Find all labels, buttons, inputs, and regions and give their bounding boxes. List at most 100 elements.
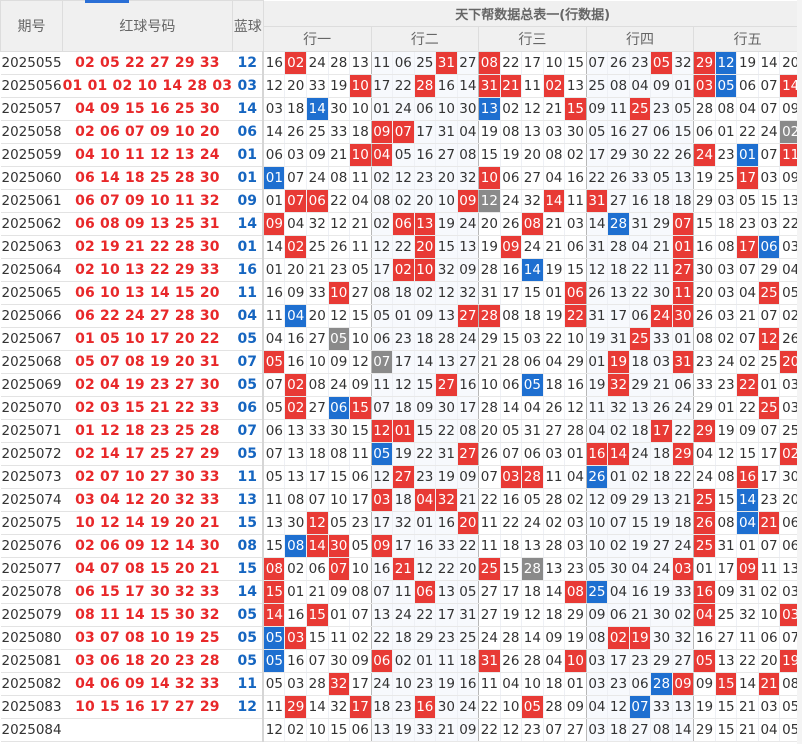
grid-cell: 17: [349, 672, 372, 696]
grid-cell: 05: [457, 580, 480, 604]
period-cell: 2025084: [0, 718, 63, 742]
grid-cell: 18: [392, 488, 415, 512]
grid-cell: 13: [672, 166, 695, 190]
grid-cell: 04: [607, 580, 630, 604]
blue-ball-cell: 11: [232, 672, 265, 696]
grid-cell: 17: [371, 511, 394, 535]
red-balls-cell: 04 09 15 16 25 30: [62, 97, 233, 121]
grid-cell: 04: [736, 281, 759, 305]
period-cell: 2025064: [0, 258, 63, 282]
grid-cell: 07: [758, 143, 781, 167]
grid-cell: 28: [500, 350, 523, 374]
grid-cell: 19: [478, 235, 501, 259]
grid-cell: 32: [392, 511, 415, 535]
grid-cell: 21: [435, 718, 458, 742]
grid-cell: 26: [650, 396, 673, 420]
grid-cell: 19: [586, 373, 609, 397]
grid-cell: 31: [478, 281, 501, 305]
grid-cell: 16: [629, 189, 652, 213]
grid-cell: 02: [500, 97, 523, 121]
red-balls-cell: 02 14 17 25 27 29: [62, 442, 233, 466]
blue-ball-cell: 16: [232, 258, 265, 282]
grid-cell: 17: [650, 419, 673, 443]
grid-cell: 30: [564, 120, 587, 144]
grid-cell: 08: [328, 442, 351, 466]
grid-cell: 06: [564, 235, 587, 259]
grid-cell: 05: [521, 488, 544, 512]
grid-cell: 27: [457, 51, 480, 75]
grid-cell: 01: [564, 672, 587, 696]
grid-cell: 02: [607, 534, 630, 558]
grid-cell: 17: [715, 557, 738, 581]
grid-cell: 15: [715, 718, 738, 742]
grid-cell: 07: [758, 304, 781, 328]
grid-cell: 19: [543, 304, 566, 328]
grid-cell: 07: [371, 350, 394, 374]
grid-cell: 23: [607, 672, 630, 696]
grid-cell: 15: [693, 212, 716, 236]
grid-cell: 02: [284, 373, 307, 397]
grid-cell: 07: [672, 212, 695, 236]
grid-cell: 16: [284, 649, 307, 673]
grid-cell: 16: [435, 511, 458, 535]
red-balls-cell: 03 04 12 20 32 33: [62, 488, 233, 512]
header-period[interactable]: 期号: [0, 0, 64, 52]
period-cell: 2025079: [0, 603, 63, 627]
grid-cell: 21: [650, 373, 673, 397]
grid-cell: 12: [564, 396, 587, 420]
grid-cell: 14: [736, 488, 759, 512]
blue-ball-cell: 14: [232, 212, 265, 236]
grid-cell: 07: [371, 580, 394, 604]
red-balls-cell: 02 06 09 12 14 30: [62, 534, 233, 558]
grid-cell: 12: [715, 51, 738, 75]
table-row: 2025083 10 15 16 17 27 29 12 11 29 14 32 17 18 23…: [0, 695, 802, 719]
grid-cell: 14: [543, 189, 566, 213]
grid-cell: 19: [478, 120, 501, 144]
grid-cell: 11: [607, 97, 630, 121]
grid-cell: 13: [435, 580, 458, 604]
grid-cell: 16: [414, 143, 437, 167]
grid-cell: 32: [328, 695, 351, 719]
grid-cell: 13: [435, 350, 458, 374]
grid-cell: 09: [736, 557, 759, 581]
grid-cell: 30: [650, 281, 673, 305]
period-cell: 2025083: [0, 695, 63, 719]
grid-cell: 07: [349, 603, 372, 627]
grid-cell: 24: [521, 235, 544, 259]
grid-cell: 17: [457, 396, 480, 420]
grid-cell: 01: [263, 258, 286, 282]
grid-cell: 22: [414, 442, 437, 466]
grid-cell: 08: [715, 465, 738, 489]
red-balls-cell: 01 01 02 10 14 28 03: [62, 74, 233, 98]
grid-cell: 04: [629, 557, 652, 581]
grid-cell: 19: [693, 166, 716, 190]
header-blue-ball[interactable]: 蓝球: [231, 0, 264, 52]
grid-cell: 27: [457, 350, 480, 374]
grid-cell: 16: [284, 603, 307, 627]
period-cell: 2025073: [0, 465, 63, 489]
grid-cell: 19: [736, 51, 759, 75]
grid-cell: 08: [306, 373, 329, 397]
grid-cell: 18: [392, 396, 415, 420]
grid-cell: 02: [414, 281, 437, 305]
grid-cell: 09: [543, 626, 566, 650]
table-row: 2025063 02 19 21 22 28 30 01 14 02 25 26 11 12 22…: [0, 235, 802, 259]
grid-cell: 10: [306, 350, 329, 374]
grid-cell: 18: [543, 672, 566, 696]
grid-cell: 16: [457, 373, 480, 397]
grid-cell: 07: [758, 97, 781, 121]
grid-cell: 01: [672, 327, 695, 351]
grid-cell: 04: [586, 419, 609, 443]
grid-cell: 16: [564, 166, 587, 190]
grid-cell: 05: [650, 51, 673, 75]
grid-cell: 07: [586, 51, 609, 75]
vertical-scrollbar[interactable]: [797, 0, 802, 744]
grid-cell: 18: [371, 695, 394, 719]
header-red-balls[interactable]: 红球号码: [62, 0, 233, 52]
grid-cell: 25: [715, 603, 738, 627]
grid-cell: 22: [629, 258, 652, 282]
grid-cell: 03: [371, 488, 394, 512]
grid-cell: 05: [736, 189, 759, 213]
grid-cell: 08: [371, 281, 394, 305]
grid-cell: 06: [500, 373, 523, 397]
